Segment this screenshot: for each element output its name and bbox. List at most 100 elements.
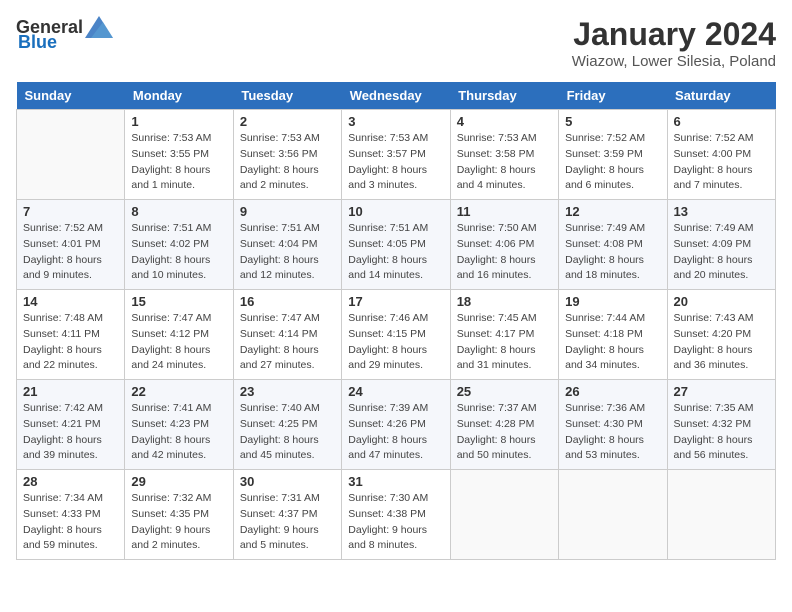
day-number: 5 [565, 114, 660, 129]
calendar-cell: 17 Sunrise: 7:46 AMSunset: 4:15 PMDayligh… [342, 290, 450, 380]
weekday-header-wednesday: Wednesday [342, 82, 450, 110]
calendar-cell: 23 Sunrise: 7:40 AMSunset: 4:25 PMDayligh… [233, 380, 341, 470]
day-number: 29 [131, 474, 226, 489]
day-info: Sunrise: 7:44 AMSunset: 4:18 PMDaylight:… [565, 311, 660, 374]
day-number: 10 [348, 204, 443, 219]
day-info: Sunrise: 7:49 AMSunset: 4:09 PMDaylight:… [674, 221, 769, 284]
day-number: 31 [348, 474, 443, 489]
weekday-header-tuesday: Tuesday [233, 82, 341, 110]
day-info: Sunrise: 7:49 AMSunset: 4:08 PMDaylight:… [565, 221, 660, 284]
day-info: Sunrise: 7:53 AMSunset: 3:57 PMDaylight:… [348, 131, 443, 194]
calendar-cell: 1 Sunrise: 7:53 AMSunset: 3:55 PMDaylight… [125, 110, 233, 200]
logo-blue-text: Blue [18, 32, 57, 53]
title-area: January 2024 Wiazow, Lower Silesia, Pola… [572, 16, 776, 70]
day-number: 28 [23, 474, 118, 489]
day-number: 1 [131, 114, 226, 129]
calendar-cell: 5 Sunrise: 7:52 AMSunset: 3:59 PMDaylight… [559, 110, 667, 200]
day-number: 23 [240, 384, 335, 399]
day-number: 17 [348, 294, 443, 309]
calendar-cell: 26 Sunrise: 7:36 AMSunset: 4:30 PMDayligh… [559, 380, 667, 470]
logo: General Blue [16, 16, 113, 53]
month-year-title: January 2024 [572, 16, 776, 53]
day-info: Sunrise: 7:34 AMSunset: 4:33 PMDaylight:… [23, 491, 118, 554]
calendar-cell: 30Sunrise: 7:31 AMSunset: 4:37 PMDayligh… [233, 470, 341, 560]
day-number: 24 [348, 384, 443, 399]
calendar-week-row: 28 Sunrise: 7:34 AMSunset: 4:33 PMDayligh… [17, 470, 776, 560]
day-info: Sunrise: 7:31 AMSunset: 4:37 PMDaylight:… [240, 491, 335, 554]
day-number: 21 [23, 384, 118, 399]
day-number: 22 [131, 384, 226, 399]
day-info: Sunrise: 7:52 AMSunset: 4:01 PMDaylight:… [23, 221, 118, 284]
calendar-cell: 31 Sunrise: 7:30 AMSunset: 4:38 PMDayligh… [342, 470, 450, 560]
calendar-cell: 25 Sunrise: 7:37 AMSunset: 4:28 PMDayligh… [450, 380, 558, 470]
day-number: 14 [23, 294, 118, 309]
day-number: 26 [565, 384, 660, 399]
day-number: 8 [131, 204, 226, 219]
calendar-cell: 15 Sunrise: 7:47 AMSunset: 4:12 PMDayligh… [125, 290, 233, 380]
day-info: Sunrise: 7:46 AMSunset: 4:15 PMDaylight:… [348, 311, 443, 374]
weekday-header-thursday: Thursday [450, 82, 558, 110]
calendar-cell: 11 Sunrise: 7:50 AMSunset: 4:06 PMDayligh… [450, 200, 558, 290]
calendar-cell: 16Sunrise: 7:47 AMSunset: 4:14 PMDayligh… [233, 290, 341, 380]
day-number: 3 [348, 114, 443, 129]
day-number: 7 [23, 204, 118, 219]
day-number: 25 [457, 384, 552, 399]
weekday-header-saturday: Saturday [667, 82, 775, 110]
weekday-header-sunday: Sunday [17, 82, 125, 110]
day-info: Sunrise: 7:35 AMSunset: 4:32 PMDaylight:… [674, 401, 769, 464]
calendar-cell: 3 Sunrise: 7:53 AMSunset: 3:57 PMDaylight… [342, 110, 450, 200]
day-number: 11 [457, 204, 552, 219]
calendar-cell [667, 470, 775, 560]
calendar-cell: 22 Sunrise: 7:41 AMSunset: 4:23 PMDayligh… [125, 380, 233, 470]
calendar-cell: 8 Sunrise: 7:51 AMSunset: 4:02 PMDaylight… [125, 200, 233, 290]
calendar-cell: 28 Sunrise: 7:34 AMSunset: 4:33 PMDayligh… [17, 470, 125, 560]
day-number: 6 [674, 114, 769, 129]
day-info: Sunrise: 7:39 AMSunset: 4:26 PMDaylight:… [348, 401, 443, 464]
day-number: 20 [674, 294, 769, 309]
day-info: Sunrise: 7:32 AMSunset: 4:35 PMDaylight:… [131, 491, 226, 554]
calendar-week-row: 21 Sunrise: 7:42 AMSunset: 4:21 PMDayligh… [17, 380, 776, 470]
calendar-cell: 29 Sunrise: 7:32 AMSunset: 4:35 PMDayligh… [125, 470, 233, 560]
day-info: Sunrise: 7:53 AMSunset: 3:56 PMDaylight:… [240, 131, 335, 194]
calendar-cell: 9Sunrise: 7:51 AMSunset: 4:04 PMDaylight… [233, 200, 341, 290]
calendar-cell [559, 470, 667, 560]
day-info: Sunrise: 7:51 AMSunset: 4:04 PMDaylight:… [240, 221, 335, 284]
calendar-table: SundayMondayTuesdayWednesdayThursdayFrid… [16, 82, 776, 560]
weekday-header-friday: Friday [559, 82, 667, 110]
day-info: Sunrise: 7:47 AMSunset: 4:14 PMDaylight:… [240, 311, 335, 374]
calendar-week-row: 14Sunrise: 7:48 AMSunset: 4:11 PMDayligh… [17, 290, 776, 380]
day-info: Sunrise: 7:40 AMSunset: 4:25 PMDaylight:… [240, 401, 335, 464]
calendar-cell: 7 Sunrise: 7:52 AMSunset: 4:01 PMDaylight… [17, 200, 125, 290]
calendar-week-row: 7 Sunrise: 7:52 AMSunset: 4:01 PMDaylight… [17, 200, 776, 290]
day-info: Sunrise: 7:41 AMSunset: 4:23 PMDaylight:… [131, 401, 226, 464]
calendar-cell: 12 Sunrise: 7:49 AMSunset: 4:08 PMDayligh… [559, 200, 667, 290]
day-info: Sunrise: 7:36 AMSunset: 4:30 PMDaylight:… [565, 401, 660, 464]
day-info: Sunrise: 7:42 AMSunset: 4:21 PMDaylight:… [23, 401, 118, 464]
calendar-cell: 18Sunrise: 7:45 AMSunset: 4:17 PMDayligh… [450, 290, 558, 380]
day-number: 19 [565, 294, 660, 309]
day-info: Sunrise: 7:52 AMSunset: 3:59 PMDaylight:… [565, 131, 660, 194]
calendar-cell: 6 Sunrise: 7:52 AMSunset: 4:00 PMDaylight… [667, 110, 775, 200]
day-number: 13 [674, 204, 769, 219]
location-subtitle: Wiazow, Lower Silesia, Poland [572, 53, 776, 70]
calendar-cell [450, 470, 558, 560]
day-info: Sunrise: 7:47 AMSunset: 4:12 PMDaylight:… [131, 311, 226, 374]
day-info: Sunrise: 7:51 AMSunset: 4:05 PMDaylight:… [348, 221, 443, 284]
calendar-cell: 14Sunrise: 7:48 AMSunset: 4:11 PMDayligh… [17, 290, 125, 380]
day-info: Sunrise: 7:30 AMSunset: 4:38 PMDaylight:… [348, 491, 443, 554]
calendar-cell: 20 Sunrise: 7:43 AMSunset: 4:20 PMDayligh… [667, 290, 775, 380]
day-number: 15 [131, 294, 226, 309]
day-info: Sunrise: 7:37 AMSunset: 4:28 PMDaylight:… [457, 401, 552, 464]
day-number: 27 [674, 384, 769, 399]
calendar-cell: 4 Sunrise: 7:53 AMSunset: 3:58 PMDaylight… [450, 110, 558, 200]
day-info: Sunrise: 7:52 AMSunset: 4:00 PMDaylight:… [674, 131, 769, 194]
day-info: Sunrise: 7:50 AMSunset: 4:06 PMDaylight:… [457, 221, 552, 284]
day-info: Sunrise: 7:43 AMSunset: 4:20 PMDaylight:… [674, 311, 769, 374]
day-info: Sunrise: 7:53 AMSunset: 3:58 PMDaylight:… [457, 131, 552, 194]
day-info: Sunrise: 7:53 AMSunset: 3:55 PMDaylight:… [131, 131, 226, 194]
calendar-cell [17, 110, 125, 200]
day-number: 12 [565, 204, 660, 219]
calendar-cell: 19 Sunrise: 7:44 AMSunset: 4:18 PMDayligh… [559, 290, 667, 380]
day-number: 4 [457, 114, 552, 129]
day-info: Sunrise: 7:51 AMSunset: 4:02 PMDaylight:… [131, 221, 226, 284]
